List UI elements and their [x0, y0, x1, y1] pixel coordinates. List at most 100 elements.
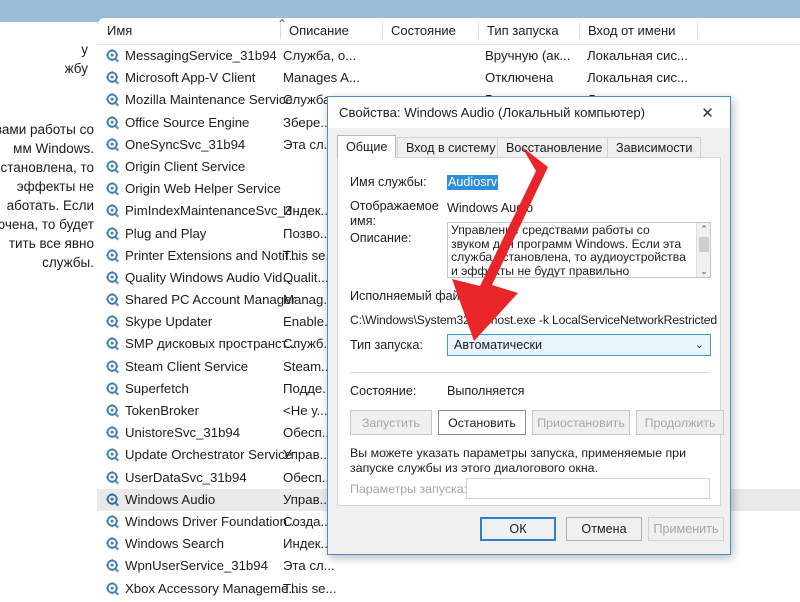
- table-row[interactable]: Microsoft App-V ClientManages A...Отключ…: [97, 67, 800, 89]
- row-service-name: SMP дисковых пространст...: [125, 336, 297, 351]
- service-gear-icon: [106, 471, 120, 485]
- state-value: Выполняется: [447, 384, 524, 398]
- column-header-state[interactable]: Состояние: [391, 23, 456, 38]
- row-service-name: PimIndexMaintenanceSvc_3...: [125, 203, 303, 218]
- service-gear-icon: [106, 426, 120, 440]
- dialog-body: Общие Вход в систему Восстановление Зави…: [328, 128, 730, 554]
- scroll-down-icon[interactable]: ⌄: [697, 265, 711, 277]
- row-logon-as: Локальная сис...: [587, 48, 688, 63]
- row-description: Эта сл...: [283, 558, 335, 573]
- column-header-name[interactable]: Имя: [107, 23, 132, 38]
- display-name-value: Windows Audio: [447, 201, 533, 215]
- row-service-name: MessagingService_31b94: [125, 48, 277, 63]
- service-gear-icon: [106, 249, 120, 263]
- row-description: Qualit...: [283, 270, 328, 285]
- table-row[interactable]: WpnUserService_31b94 Эта сл...: [97, 555, 800, 577]
- stop-button[interactable]: Остановить: [438, 410, 526, 435]
- header-divider[interactable]: [382, 22, 383, 39]
- service-gear-icon: [106, 160, 120, 174]
- service-gear-icon: [106, 559, 120, 573]
- row-description: Индек...: [283, 536, 332, 551]
- row-description: <Не у...: [283, 403, 328, 418]
- screenshot-root: у жбу твами работы со мм Windows. станов…: [0, 0, 800, 602]
- service-control-buttons: Запустить Остановить Приостановить Продо…: [350, 410, 712, 435]
- tab-logon[interactable]: Вход в систему: [397, 137, 505, 158]
- row-startup-type: Отключена: [485, 70, 553, 85]
- row-description: Служба, о...: [283, 48, 356, 63]
- description-scrollbar[interactable]: ⌃ ⌄: [696, 223, 710, 277]
- desktop-band-left: [0, 0, 97, 22]
- service-gear-icon: [106, 337, 120, 351]
- startup-params-label: Параметры запуска:: [350, 482, 467, 496]
- column-header-logon-as[interactable]: Вход от имени: [588, 23, 675, 38]
- row-service-name: Superfetch: [125, 381, 189, 396]
- startup-params-input[interactable]: [466, 478, 710, 499]
- cancel-button[interactable]: Отмена: [566, 517, 642, 541]
- table-row[interactable]: MessagingService_31b94 Служба, о... Вручну…: [97, 45, 800, 67]
- service-gear-icon: [106, 204, 120, 218]
- service-gear-icon: [106, 182, 120, 196]
- row-service-name: Origin Web Helper Service: [125, 181, 281, 196]
- ok-button[interactable]: ОК: [480, 517, 556, 541]
- service-gear-icon: [106, 49, 120, 63]
- row-service-name: Office Source Engine: [125, 115, 249, 130]
- close-icon[interactable]: ✕: [685, 97, 730, 128]
- service-gear-icon: [106, 293, 120, 307]
- service-gear-icon: [106, 315, 120, 329]
- startup-type-dropdown[interactable]: Автоматически ⌄: [447, 334, 711, 356]
- background-text-top: у жбу: [0, 40, 88, 78]
- dialog-tab-strip: Общие Вход в систему Восстановление Зави…: [337, 135, 721, 158]
- row-service-name: Plug and Play: [125, 226, 206, 241]
- row-service-name: WpnUserService_31b94: [125, 558, 268, 573]
- service-gear-icon: [106, 537, 120, 551]
- service-gear-icon: [106, 71, 120, 85]
- row-service-name: Windows Search: [125, 536, 224, 551]
- row-service-name: Quality Windows Audio Vid...: [125, 270, 293, 285]
- start-button: Запустить: [350, 410, 432, 435]
- service-gear-icon: [106, 493, 120, 507]
- row-description: Подде...: [283, 381, 333, 396]
- executable-path: C:\Windows\System32\svchost.exe -k Local…: [350, 313, 717, 327]
- service-gear-icon: [106, 515, 120, 529]
- row-service-name: OneSyncSvc_31b94: [125, 137, 245, 152]
- service-name-value[interactable]: Audiosrv: [447, 175, 498, 190]
- row-startup-type: Вручную (ак...: [485, 48, 570, 63]
- resume-button: Продолжить: [636, 410, 724, 435]
- apply-button: Применить: [648, 517, 724, 541]
- column-header-description[interactable]: Описание: [289, 23, 349, 38]
- row-description: This se...: [283, 581, 337, 596]
- tab-dependencies[interactable]: Зависимости: [607, 137, 701, 158]
- chevron-down-icon[interactable]: ⌄: [695, 338, 704, 351]
- service-gear-icon: [106, 93, 120, 107]
- row-service-name: Shared PC Account Manager: [125, 292, 296, 307]
- header-divider[interactable]: [280, 22, 281, 39]
- startup-type-label: Тип запуска:: [350, 338, 423, 353]
- tab-general[interactable]: Общие: [337, 135, 396, 158]
- row-description: Управ...: [283, 447, 331, 462]
- header-divider[interactable]: [478, 22, 479, 39]
- row-description: Manages A...: [283, 70, 360, 85]
- general-tab-panel: Имя службы: Audiosrv Отображаемое имя: W…: [337, 157, 721, 506]
- service-properties-dialog: Свойства: Windows Audio (Локальный компь…: [327, 96, 731, 555]
- dialog-title-bar[interactable]: Свойства: Windows Audio (Локальный компь…: [328, 97, 730, 128]
- description-textbox[interactable]: Управление средствами работы со звуком д…: [447, 222, 711, 278]
- description-label: Описание:: [350, 231, 411, 246]
- state-label: Состояние:: [350, 384, 416, 399]
- row-service-name: Mozilla Maintenance Service: [125, 92, 293, 107]
- row-service-name: Skype Updater: [125, 314, 212, 329]
- header-divider[interactable]: [579, 22, 580, 39]
- startup-params-hint: Вы можете указать параметры запуска, при…: [350, 446, 710, 476]
- header-divider[interactable]: [697, 22, 698, 39]
- scroll-up-icon[interactable]: ⌃: [697, 223, 711, 235]
- table-row[interactable]: Xbox Accessory Manageme...This se...: [97, 578, 800, 600]
- background-text-body: твами работы со мм Windows. становлена, …: [0, 120, 94, 272]
- dialog-title-text: Свойства: Windows Audio (Локальный компь…: [339, 105, 645, 120]
- service-gear-icon: [106, 448, 120, 462]
- scrollbar-thumb[interactable]: [699, 237, 709, 252]
- row-description: Созда...: [283, 514, 332, 529]
- column-header-startup-type[interactable]: Тип запуска: [487, 23, 559, 38]
- tab-recovery[interactable]: Восстановление: [497, 137, 611, 158]
- pause-button: Приостановить: [532, 410, 630, 435]
- services-column-header: Имя ⌃ Описание Состояние Тип запуска Вхо…: [97, 18, 800, 45]
- row-service-name: Steam Client Service: [125, 359, 248, 374]
